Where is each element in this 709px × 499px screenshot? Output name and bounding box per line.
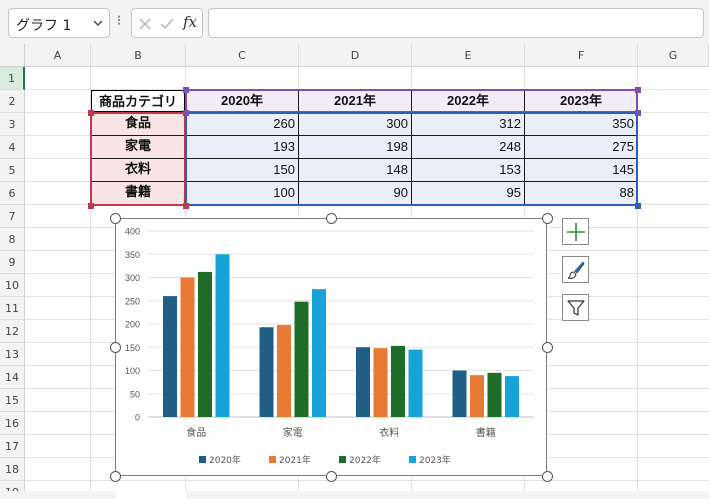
range-handle[interactable] bbox=[183, 87, 189, 93]
bar-2-2 bbox=[277, 324, 291, 417]
chart-plot: 0 50 100 150 200 250 300 350 400 食品 家電 衣料 書籍 2020年 202… bbox=[125, 227, 534, 466]
range-handle[interactable] bbox=[635, 110, 641, 116]
plus-icon bbox=[567, 223, 585, 241]
bar-3-3 bbox=[391, 345, 405, 417]
resize-handle[interactable] bbox=[542, 471, 553, 482]
bar-4-4 bbox=[505, 376, 519, 417]
range-handle[interactable] bbox=[635, 87, 641, 93]
legend-swatch bbox=[339, 456, 346, 463]
bar-2-1 bbox=[259, 327, 274, 417]
chart-filters-button[interactable] bbox=[562, 294, 589, 321]
resize-handle[interactable] bbox=[110, 471, 121, 482]
bar-1-4 bbox=[215, 254, 230, 417]
spreadsheet-window: グラフ 1 ⁝ fx A B C D E F G 1 2 3 4 5 6 7 8 9 10 11 12… bbox=[0, 0, 709, 499]
bar-2-4 bbox=[312, 289, 326, 417]
legend-label: 2021年 bbox=[279, 454, 311, 466]
range-handle[interactable] bbox=[88, 203, 94, 209]
bar-1-3 bbox=[198, 271, 212, 417]
y-tick-label: 0 bbox=[135, 413, 140, 423]
range-handle[interactable] bbox=[183, 110, 189, 116]
x-tick-label: 家電 bbox=[283, 426, 303, 439]
bar-3-1 bbox=[356, 347, 370, 417]
resize-handle[interactable] bbox=[542, 213, 553, 224]
chart-styles-button[interactable] bbox=[562, 256, 589, 283]
y-tick-label: 50 bbox=[130, 389, 140, 399]
resize-handle[interactable] bbox=[542, 342, 553, 353]
legend-swatch bbox=[409, 456, 416, 463]
legend-swatch bbox=[269, 456, 276, 463]
chart-elements-button[interactable] bbox=[562, 218, 589, 245]
y-tick-label: 100 bbox=[125, 366, 140, 376]
sheet-tab-active[interactable] bbox=[116, 491, 186, 499]
y-tick-label: 150 bbox=[125, 343, 140, 353]
resize-handle[interactable] bbox=[326, 471, 337, 482]
legend-label: 2023年 bbox=[419, 454, 451, 466]
y-tick-label: 200 bbox=[125, 320, 140, 330]
chart-object[interactable]: 0 50 100 150 200 250 300 350 400 食品 家電 衣料 書籍 2020年 202… bbox=[115, 218, 547, 476]
y-tick-label: 350 bbox=[125, 250, 140, 260]
bar-4-1 bbox=[452, 370, 467, 417]
legend-label: 2022年 bbox=[349, 454, 381, 466]
sheet-tab-bar bbox=[0, 491, 709, 499]
bar-1-1 bbox=[163, 296, 177, 417]
bar-3-4 bbox=[408, 349, 423, 417]
y-tick-label: 300 bbox=[125, 273, 140, 283]
y-tick-label: 400 bbox=[125, 227, 140, 237]
range-handle[interactable] bbox=[88, 110, 94, 116]
bar-4-3 bbox=[487, 372, 502, 417]
resize-handle[interactable] bbox=[326, 213, 337, 224]
resize-handle[interactable] bbox=[110, 342, 121, 353]
range-handle[interactable] bbox=[635, 203, 641, 209]
brush-icon bbox=[567, 261, 585, 279]
bar-4-2 bbox=[470, 375, 484, 417]
bar-3-2 bbox=[373, 348, 388, 417]
x-tick-label: 食品 bbox=[186, 426, 206, 439]
bar-2-3 bbox=[294, 301, 309, 417]
resize-handle[interactable] bbox=[110, 213, 121, 224]
x-tick-label: 書籍 bbox=[476, 426, 496, 439]
funnel-icon bbox=[567, 300, 585, 316]
legend-swatch bbox=[199, 456, 206, 463]
y-tick-label: 250 bbox=[125, 296, 140, 306]
range-handle[interactable] bbox=[183, 203, 189, 209]
bar-1-2 bbox=[180, 277, 195, 417]
legend-label: 2020年 bbox=[209, 454, 241, 466]
x-tick-label: 衣料 bbox=[379, 426, 399, 439]
